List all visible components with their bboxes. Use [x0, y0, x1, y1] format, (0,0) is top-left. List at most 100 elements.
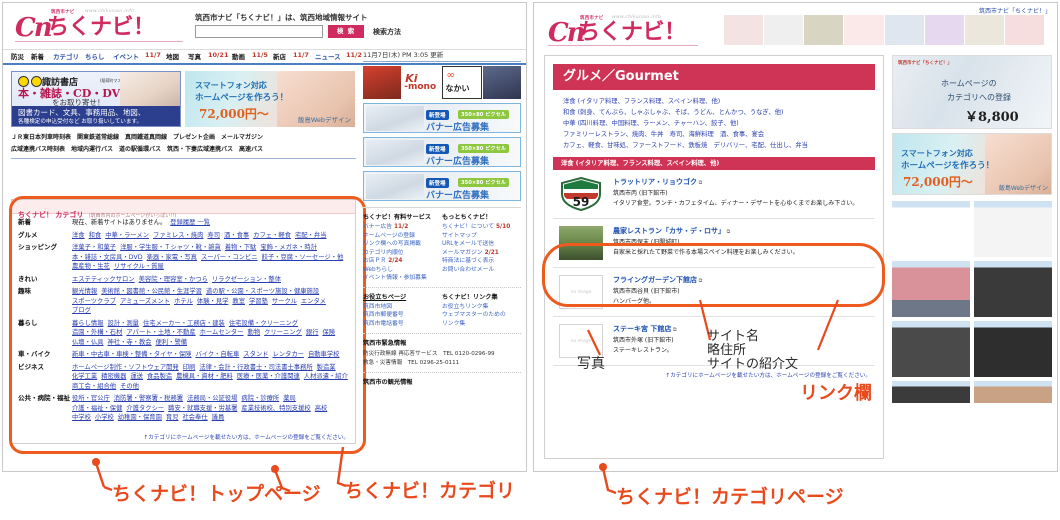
category-link[interactable]: スタンド [243, 351, 268, 358]
category-link[interactable]: 洋食 [72, 232, 85, 239]
sidebar-link[interactable]: 筑西市郵便番号 [363, 311, 442, 320]
category-link[interactable]: 産業技術校、特別支援校 [241, 405, 310, 412]
banner-suwa-shoten[interactable]: 諏訪書店 (稲荷町マスゼン) 本・雑誌・CD・DVD をお取り寄せ！ 図書カード… [11, 71, 181, 127]
entry-site-name[interactable]: 農家レストラン「カサ・デ・ロサ」 ⧉ [613, 226, 875, 236]
category-link[interactable]: 印刷 [183, 364, 196, 371]
grid-thumb-5[interactable] [892, 321, 970, 377]
category-link[interactable]: 小学校 [95, 414, 114, 421]
gourmet-link[interactable]: 洋食 (イタリア料理、フランス料理、スペイン料理、他) [563, 96, 871, 107]
category-link[interactable]: 介護・福祉・保健 [72, 405, 122, 412]
category-link[interactable]: 造園・外構・石材 [72, 329, 122, 336]
category-link[interactable]: 化学工業 [72, 373, 97, 380]
sponsor-thumb-3-nakai[interactable]: ∞ なかい [441, 66, 482, 99]
category-link[interactable]: 神社・寺・教会 [107, 339, 151, 346]
entry-site-name[interactable]: トラットリア・リョウゴク ⧉ [613, 177, 875, 187]
category-link[interactable]: 寿司 [207, 232, 220, 239]
sponsor-thumbnail-strip[interactable]: Ki -mono ∞ なかい [363, 66, 521, 99]
category-link[interactable]: 役所・官公庁 [72, 395, 110, 402]
category-link[interactable]: 美容院・理容室・かつら [139, 276, 208, 283]
nav-item-map[interactable]: 地図 [166, 51, 179, 61]
category-link[interactable]: クリーニング [264, 329, 302, 336]
category-link[interactable]: エンタメ [301, 298, 326, 305]
category-box-footer[interactable]: ↑カテゴリにホームページを載せたい方は、ホームページの登録をご覧ください。 [12, 433, 355, 441]
category-link[interactable]: エステティックサロン [72, 276, 135, 283]
category-link[interactable]: 高校 [315, 405, 328, 412]
category-link[interactable]: 学習塾 [249, 298, 268, 305]
category-link[interactable]: 議員 [212, 414, 225, 421]
category-link[interactable]: 動物 [248, 329, 261, 336]
category-link[interactable]: 設計・測量 [107, 320, 138, 327]
category-link[interactable]: 育児 [166, 414, 179, 421]
category-link[interactable]: 職安・就職支援・労基署 [168, 405, 237, 412]
category-link[interactable]: その他 [120, 383, 139, 390]
category-link[interactable]: 楽器・家電・写真 [147, 254, 197, 261]
category-link[interactable]: 宅配・弁当 [295, 232, 326, 239]
category-link[interactable]: 宝飾・メガネ・時計 [260, 244, 317, 251]
category-link[interactable]: ファミレス・焼肉 [153, 232, 203, 239]
category-link[interactable]: 観光情報 [72, 288, 97, 295]
entry-site-name[interactable]: フライングガーデン下館店 ⧉ [613, 275, 875, 285]
nav-item-category[interactable]: カテゴリ [53, 51, 79, 61]
gourmet-link[interactable]: 和食 (刺身、てんぷら、しゃぶしゃぶ、そば、うどん、とんかつ、うなぎ、他) [563, 107, 871, 118]
category-link[interactable]: リサイクル・質屋 [114, 263, 164, 270]
category-link[interactable]: 登録履歴 一覧 [170, 219, 210, 226]
jr-links-row2[interactable]: 広域連携バス時刻表 地域内運行バス 道の駅循環バス 筑西・下妻広域連携バス 高速… [11, 145, 263, 154]
sidebar-link[interactable]: 筑西市地図 [363, 303, 442, 312]
category-link[interactable]: 消防署・警察署・税務署 [114, 395, 183, 402]
category-link[interactable]: 教室 [232, 298, 245, 305]
category-link[interactable]: 介護タクシー [126, 405, 164, 412]
nav-item-photo[interactable]: 写真 [188, 51, 201, 61]
category-link[interactable]: 食品製造 [147, 373, 172, 380]
nav-item-newshop[interactable]: 新店 [273, 51, 286, 61]
sidebar-heading-useful[interactable]: お役立ちページ [363, 292, 442, 301]
category-link[interactable]: 農産物・生花 [72, 263, 110, 270]
gourmet-link[interactable]: 中華 (四川料理、中国料理、ラーメン、チャーハン、餃子、他) [563, 118, 871, 129]
category-link[interactable]: アミューズメント [120, 298, 170, 305]
nav-item-shinchaku[interactable]: 新着 [31, 51, 44, 61]
category-link[interactable]: ホームページ制作・ソフトウェア開発 [72, 364, 179, 371]
sidebar-thumbnail-grid[interactable] [892, 201, 1052, 403]
sponsor-thumb-4[interactable] [482, 66, 521, 99]
category-link[interactable]: 美術館・図書館・公民館・生涯学習 [101, 288, 202, 295]
sidebar-link[interactable]: バナー広告 11/2 [363, 223, 442, 232]
category-link[interactable]: 製造業 [317, 364, 336, 371]
category-link[interactable]: 体験・見学 [197, 298, 228, 305]
category-link[interactable]: 餃子・豆腐・ソーセージ・他 [262, 254, 344, 261]
sidebar-link[interactable]: メールマガジン 2/21 [442, 249, 521, 258]
category-link[interactable]: 仏壇・仏具 [72, 339, 103, 346]
site-logo[interactable]: 筑西市ナビ www.chikunavi.info Cn ちくナビ！ [13, 9, 183, 43]
nav-item-bousai[interactable]: 防災 [11, 51, 24, 61]
grid-thumb-8[interactable] [974, 381, 1052, 403]
category-link[interactable]: スポーツクラブ [72, 298, 116, 305]
category-link[interactable]: 商工会・組合他 [72, 383, 116, 390]
category-link[interactable]: 酒・食事 [224, 232, 249, 239]
category-link[interactable]: ホームセンター [200, 329, 244, 336]
search-howto-link[interactable]: 検索方法 [373, 27, 401, 37]
nav-item-video[interactable]: 動画 [232, 51, 245, 61]
ad-smartphone-hp[interactable]: スマートフォン対応 ホームページを作ろう！ 72,000円～ 飯島Webデザイン [892, 133, 1052, 195]
category-link[interactable]: 中学校 [72, 414, 91, 421]
ad-banner-slot-2[interactable]: 新登場 350×80 ピクセル バナー広告募集 [363, 137, 521, 167]
sidebar-link[interactable]: お店ＰＲ 2/24 [363, 257, 442, 266]
sidebar-link[interactable]: お役立ちリンク集 [442, 303, 521, 312]
site-logo-right[interactable]: 筑西市ナビ www.chikunavi.info Cn ちくナビ！ [546, 15, 698, 49]
sidebar-link[interactable]: イベント情報・参加募集 [363, 274, 442, 283]
category-link[interactable]: 保険 [323, 329, 336, 336]
category-link[interactable]: 着物・下駄 [225, 244, 256, 251]
category-link[interactable]: ブログ [72, 307, 91, 314]
link-entry[interactable]: 59 トラットリア・リョウゴク ⧉ 筑西市丙 (旧下館市) イタリア食堂。ランチ・カフ… [553, 170, 875, 219]
grid-thumb-3[interactable] [892, 261, 970, 317]
category-link[interactable]: バイク・自転車 [195, 351, 239, 358]
category-link[interactable]: ホテル [174, 298, 193, 305]
category-link[interactable]: 農機具・資材・肥料 [176, 373, 233, 380]
sidebar-link[interactable]: ホームページの登録 [363, 232, 442, 241]
category-link[interactable]: 法務局・公証役場 [187, 395, 237, 402]
category-link[interactable]: 法律・会計・行政書士・司法書士事務所 [199, 364, 312, 371]
category-link[interactable]: 中華・ラーメン [105, 232, 149, 239]
gourmet-link[interactable]: カフェ、軽食、甘味処、ファーストフード、鉄板焼 デリバリー、宅配、仕出し、弁当 [563, 140, 871, 151]
category-link[interactable]: サークル [272, 298, 297, 305]
category-link[interactable]: アパート・土地・不動産 [126, 329, 195, 336]
nav-item-chirashi[interactable]: ちらし [85, 51, 105, 61]
category-link[interactable]: 幼稚園・保育園 [118, 414, 162, 421]
grid-thumb-6[interactable] [974, 321, 1052, 377]
